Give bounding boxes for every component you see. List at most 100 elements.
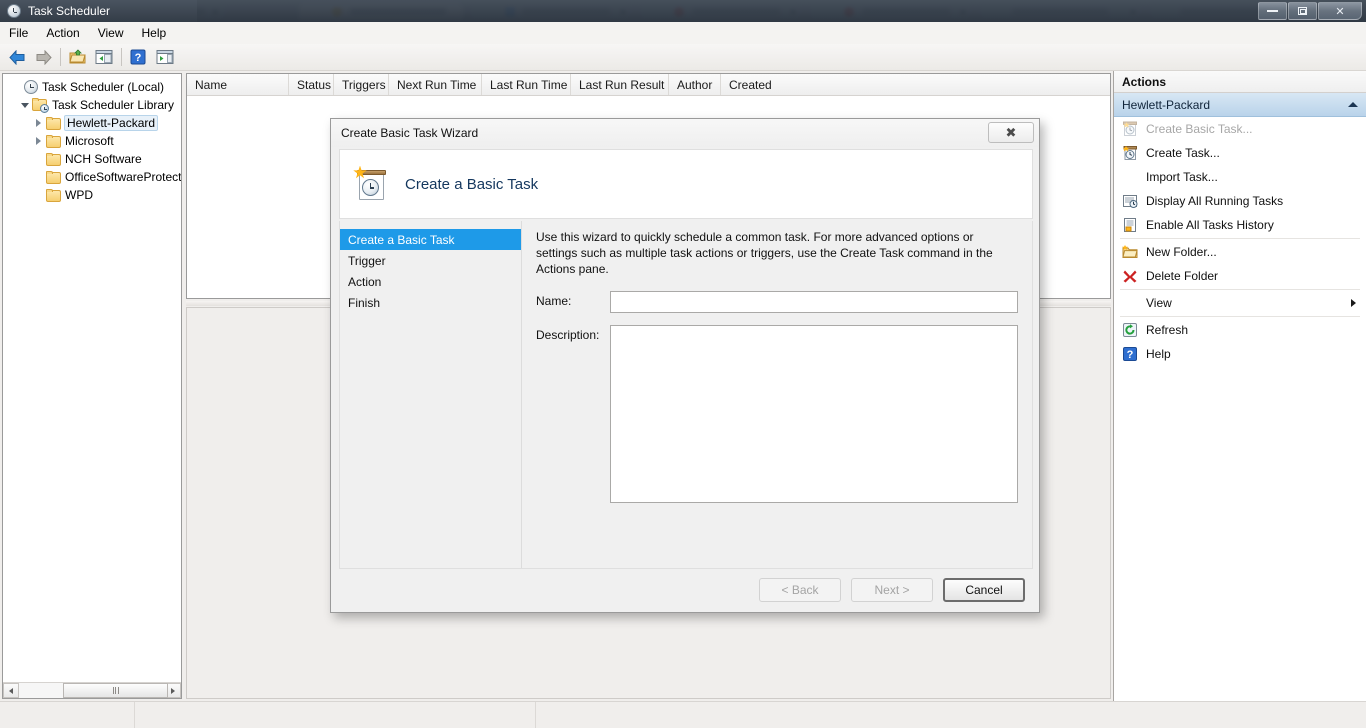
tree-node-wpd[interactable]: WPD (3, 186, 181, 204)
wizard-step-action[interactable]: Action (340, 271, 521, 292)
delete-folder-icon (1122, 268, 1138, 284)
wizard-step-trigger[interactable]: Trigger (340, 250, 521, 271)
wizard-header-title: Create a Basic Task (405, 175, 539, 193)
action-help[interactable]: ? Help (1114, 342, 1366, 366)
menu-view[interactable]: View (89, 24, 133, 42)
action-label: Help (1146, 347, 1171, 361)
new-folder-icon (1122, 244, 1138, 260)
task-scheduler-app: Task Scheduler ✕ File Action View Help ?… (0, 0, 1366, 728)
column-header-author[interactable]: Author (669, 74, 721, 95)
actions-pane-title: Actions (1114, 71, 1366, 93)
menu-action[interactable]: Action (37, 24, 88, 42)
task-list-header: Name Status Triggers Next Run Time Last … (187, 74, 1110, 96)
submenu-arrow-icon (1351, 299, 1356, 307)
tree-node-task-scheduler-local[interactable]: Task Scheduler (Local) (3, 78, 181, 96)
menubar: File Action View Help (0, 22, 1366, 45)
up-folder-button[interactable] (66, 46, 90, 69)
back-button[interactable] (5, 46, 29, 69)
actions-group-header[interactable]: Hewlett-Packard (1114, 93, 1366, 117)
wizard-close-button[interactable]: ✖ (988, 122, 1034, 143)
create-basic-task-wizard-dialog: Create Basic Task Wizard ✖ Create a Basi… (330, 118, 1040, 613)
create-basic-task-icon (1122, 121, 1138, 137)
create-task-icon (1122, 145, 1138, 161)
show-hide-console-tree-button[interactable] (92, 46, 116, 69)
close-button[interactable]: ✕ (1318, 2, 1362, 20)
name-input[interactable] (610, 291, 1018, 313)
tree-horizontal-scrollbar[interactable] (3, 682, 181, 698)
scroll-left-button[interactable] (3, 683, 19, 698)
action-label: Delete Folder (1146, 269, 1219, 283)
minimize-button[interactable] (1258, 2, 1287, 20)
column-header-last-run-time[interactable]: Last Run Time (482, 74, 571, 95)
action-import-task[interactable]: Import Task... (1114, 165, 1366, 189)
tree-node-label: NCH Software (65, 152, 142, 166)
column-header-created[interactable]: Created (721, 74, 1011, 95)
action-delete-folder[interactable]: Delete Folder (1114, 264, 1366, 288)
scroll-thumb[interactable] (63, 683, 168, 698)
action-create-task[interactable]: Create Task... (1114, 141, 1366, 165)
column-header-name[interactable]: Name (187, 74, 289, 95)
tasks-history-icon (1122, 217, 1138, 233)
clock-icon (24, 80, 38, 94)
svg-text:?: ? (1127, 349, 1134, 361)
action-new-folder[interactable]: New Folder... (1114, 240, 1366, 264)
description-input[interactable] (610, 325, 1018, 503)
forward-button[interactable] (31, 46, 55, 69)
next-button[interactable]: Next > (851, 578, 933, 602)
tree-node-task-scheduler-library[interactable]: Task Scheduler Library (3, 96, 181, 114)
running-tasks-icon (1122, 193, 1138, 209)
folder-icon (46, 116, 61, 130)
wizard-step-finish[interactable]: Finish (340, 292, 521, 313)
tree-expander[interactable] (31, 137, 46, 145)
actions-separator (1120, 238, 1360, 239)
tree-node-label: WPD (65, 188, 93, 202)
folder-icon (46, 188, 61, 202)
menu-help[interactable]: Help (133, 24, 176, 42)
tree-expander[interactable] (17, 102, 32, 108)
tree-node-nch-software[interactable]: NCH Software (3, 150, 181, 168)
back-button[interactable]: < Back (759, 578, 841, 602)
toolbar-separator (60, 48, 61, 66)
column-header-last-run-result[interactable]: Last Run Result (571, 74, 669, 95)
help-button[interactable]: ? (127, 46, 151, 69)
minimize-icon (1267, 10, 1278, 12)
refresh-icon (1122, 322, 1138, 338)
no-icon-placeholder (1122, 169, 1138, 185)
library-folder-icon (32, 98, 49, 113)
tree-node-label: Microsoft (65, 134, 114, 148)
action-view[interactable]: View (1114, 291, 1366, 315)
folder-icon (46, 152, 61, 166)
column-header-triggers[interactable]: Triggers (334, 74, 389, 95)
help-question-icon: ? (1122, 346, 1138, 362)
cancel-button[interactable]: Cancel (943, 578, 1025, 602)
restore-button[interactable] (1288, 2, 1317, 20)
wizard-step-create-a-basic-task[interactable]: Create a Basic Task (340, 229, 521, 250)
show-hide-action-pane-button[interactable] (153, 46, 177, 69)
tree-expander[interactable] (31, 119, 46, 127)
action-refresh[interactable]: Refresh (1114, 318, 1366, 342)
description-field-row: Description: (536, 325, 1018, 503)
window-title-area: Task Scheduler (0, 0, 197, 22)
status-cell (0, 702, 135, 728)
actions-group-label: Hewlett-Packard (1122, 97, 1211, 112)
tree-node-hewlett-packard[interactable]: Hewlett-Packard (3, 114, 181, 132)
chevron-up-icon[interactable] (1348, 102, 1358, 107)
folder-icon (46, 170, 61, 184)
clock-icon (7, 4, 21, 18)
tree-node-officesoftwareprotect[interactable]: OfficeSoftwareProtect (3, 168, 181, 186)
action-display-all-running-tasks[interactable]: Display All Running Tasks (1114, 189, 1366, 213)
action-label: Enable All Tasks History (1146, 218, 1274, 232)
wizard-steps: Create a Basic Task Trigger Action Finis… (340, 221, 522, 568)
action-create-basic-task[interactable]: Create Basic Task... (1114, 117, 1366, 141)
menu-file[interactable]: File (0, 24, 37, 42)
column-header-status[interactable]: Status (289, 74, 334, 95)
action-enable-all-tasks-history[interactable]: Enable All Tasks History (1114, 213, 1366, 237)
tree-node-microsoft[interactable]: Microsoft (3, 132, 181, 150)
forward-arrow-icon (35, 49, 52, 65)
name-label: Name: (536, 294, 572, 308)
scroll-track[interactable] (19, 683, 168, 698)
svg-text:?: ? (135, 52, 142, 64)
column-header-next-run-time[interactable]: Next Run Time (389, 74, 482, 95)
actions-separator (1120, 316, 1360, 317)
help-question-icon: ? (130, 49, 148, 65)
